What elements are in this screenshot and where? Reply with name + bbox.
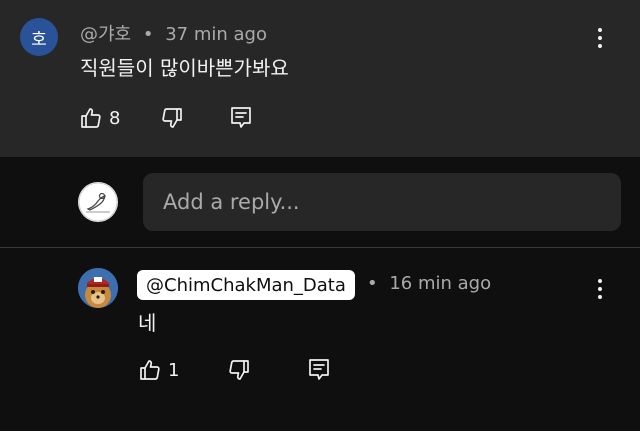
reply-icon	[231, 107, 252, 128]
reply-like-count: 1	[168, 359, 180, 381]
reply-like-button[interactable]: 1	[138, 358, 179, 382]
reply-actions: 1	[138, 357, 331, 383]
current-user-avatar	[78, 182, 118, 222]
reply-meta: • 16 min ago	[367, 273, 491, 294]
mention-tag[interactable]: @ChimChakMan_Data	[137, 270, 355, 300]
thumbs-up-icon	[81, 108, 101, 128]
like-count: 8	[109, 107, 121, 129]
reply-input[interactable]	[143, 173, 621, 231]
divider	[0, 247, 640, 248]
like-button[interactable]: 8	[79, 106, 120, 130]
reply-icon	[309, 359, 330, 380]
author-name[interactable]: @갸호	[80, 24, 131, 45]
more-options-button[interactable]	[590, 26, 610, 50]
reply-button[interactable]	[229, 105, 253, 131]
meta-separator: •	[367, 273, 378, 294]
more-vertical-icon	[598, 279, 602, 283]
reply-text: 네	[138, 311, 157, 335]
comment-text: 직원들이 많이바쁜가봐요	[80, 56, 289, 80]
dislike-button[interactable]	[160, 106, 184, 130]
reply-author-avatar[interactable]	[78, 268, 118, 308]
more-vertical-icon	[598, 28, 602, 32]
comment-actions: 8	[79, 105, 253, 131]
comment-time: 37 min ago	[165, 24, 267, 45]
thumbs-down-icon	[229, 360, 250, 380]
reply-reply-button[interactable]	[307, 357, 331, 383]
avatar-letter: 호	[31, 29, 47, 50]
thumbs-up-icon	[140, 360, 160, 380]
meta-separator: •	[142, 24, 154, 45]
author-avatar[interactable]: 호	[20, 18, 58, 56]
comment-meta: @갸호 • 37 min ago	[80, 20, 267, 46]
reply-time: 16 min ago	[389, 273, 492, 294]
reply-more-options-button[interactable]	[590, 277, 610, 301]
reply-dislike-button[interactable]	[227, 358, 251, 382]
thumbs-down-icon	[162, 108, 183, 128]
top-comment: 호 @갸호 • 37 min ago 직원들이 많이바쁜가봐요 8	[0, 0, 640, 157]
